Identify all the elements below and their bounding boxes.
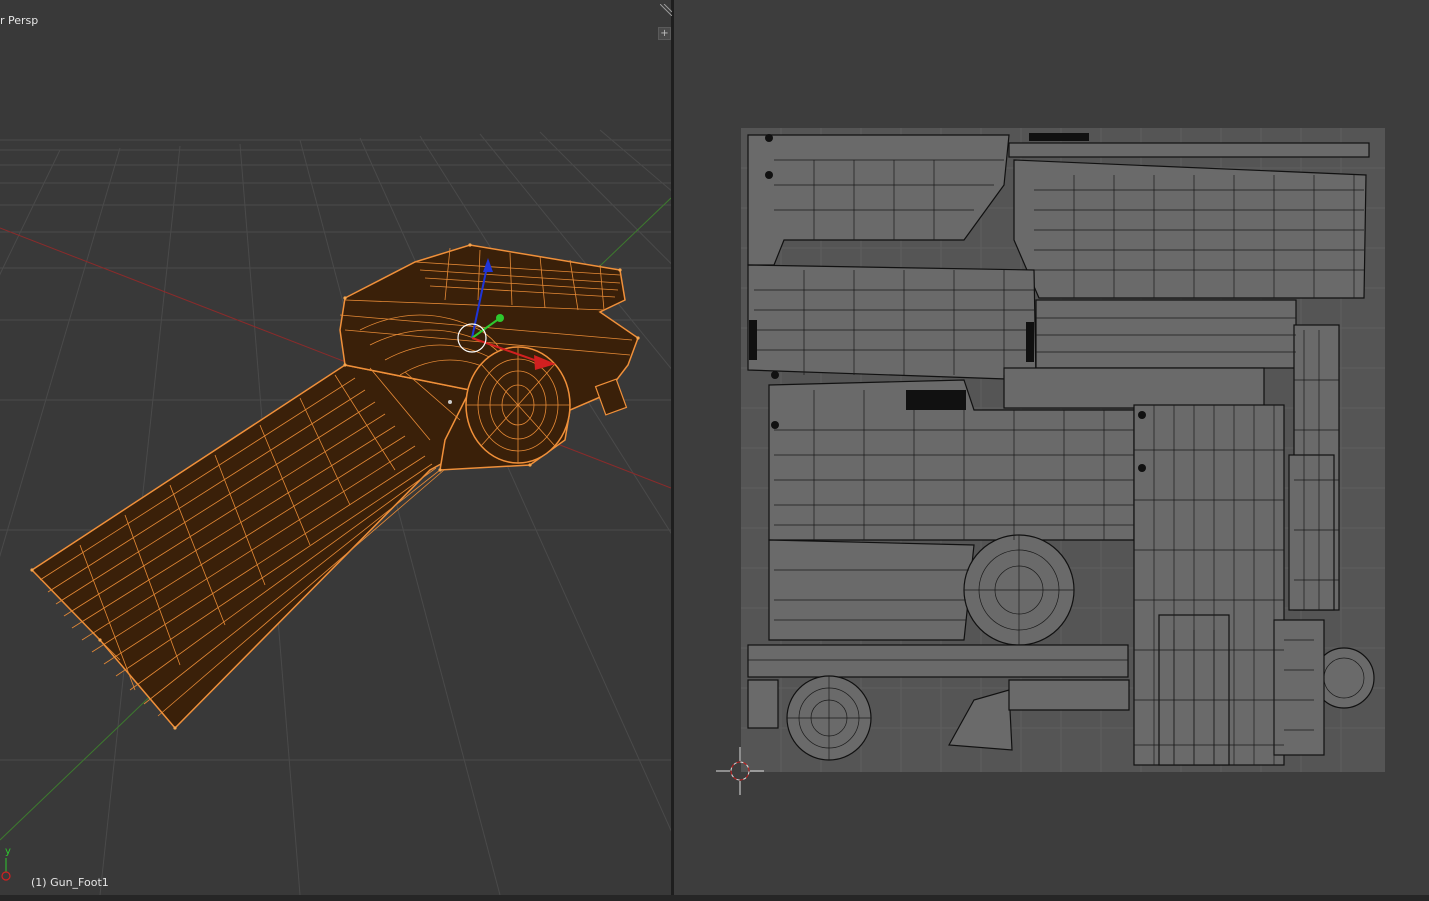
uv-island <box>1008 679 1130 711</box>
3d-cursor-icon <box>448 400 452 404</box>
uv-island <box>1003 367 1265 409</box>
uv-canvas[interactable] <box>674 0 1429 895</box>
mesh-grip[interactable] <box>30 364 486 730</box>
view-name-label: r Persp <box>0 14 39 27</box>
uv-island <box>1035 299 1297 369</box>
uv-island <box>747 264 1037 381</box>
axis-orientation-icon <box>1 858 11 881</box>
uv-island <box>747 644 1129 678</box>
viewport-canvas[interactable] <box>0 0 671 895</box>
area-split-widget[interactable]: + + <box>658 27 671 40</box>
uv-image-editor[interactable] <box>674 0 1429 895</box>
uv-island <box>747 679 779 729</box>
blender-window: r Persp y (1) Gun_Foot1 + + <box>0 0 1429 901</box>
mesh-side-tab[interactable] <box>594 378 628 416</box>
uv-island <box>1008 142 1370 158</box>
3d-viewport[interactable]: r Persp y (1) Gun_Foot1 + + <box>0 0 671 895</box>
active-object-label: (1) Gun_Foot1 <box>31 876 109 889</box>
area-split-plus-icon[interactable]: + <box>658 27 671 40</box>
axis-y-label: y <box>5 846 11 857</box>
gun-foot-mesh[interactable] <box>30 243 640 730</box>
uv-island <box>768 539 975 641</box>
area-footer-strip <box>0 895 1429 901</box>
area-corner-icon[interactable] <box>660 4 672 16</box>
uv-island <box>1013 159 1367 299</box>
uv-island <box>1288 454 1335 611</box>
